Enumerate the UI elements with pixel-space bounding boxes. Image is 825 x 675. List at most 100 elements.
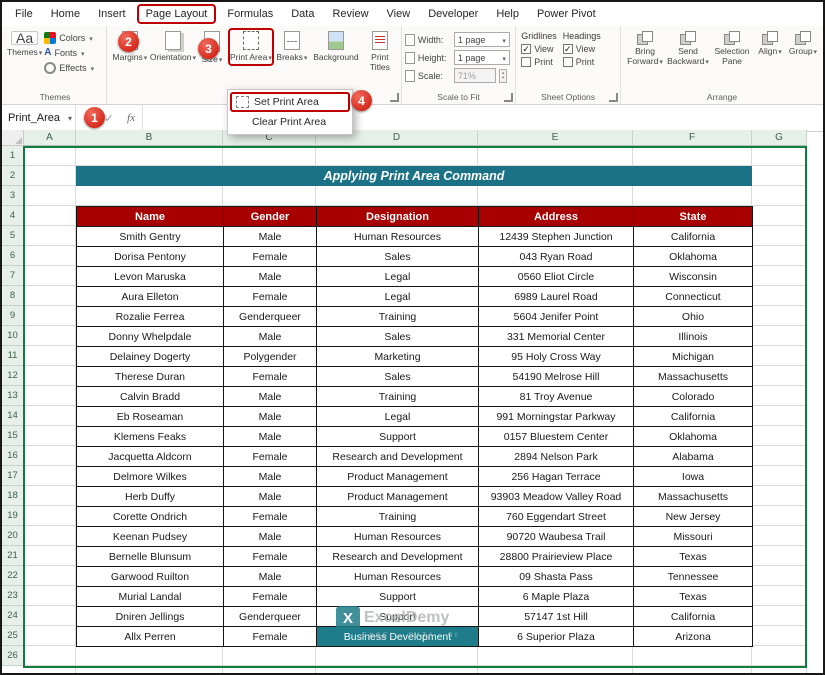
tab-help[interactable]: Help <box>487 4 528 24</box>
table-cell[interactable]: Training <box>317 387 479 407</box>
name-box[interactable]: Print_Area▾ <box>2 105 76 131</box>
background-button[interactable]: Background <box>310 28 362 62</box>
table-cell[interactable]: Product Management <box>317 467 479 487</box>
themes-button[interactable]: Aa Themes <box>7 28 42 59</box>
table-cell[interactable]: Allx Perren <box>77 627 224 647</box>
table-cell[interactable]: Male <box>224 327 317 347</box>
table-cell[interactable]: 6989 Laurel Road <box>479 287 634 307</box>
table-cell[interactable]: Arizona <box>634 627 753 647</box>
tab-developer[interactable]: Developer <box>419 4 487 24</box>
column-header-e[interactable]: E <box>478 130 633 146</box>
row-header-26[interactable]: 26 <box>2 646 24 666</box>
row-header-3[interactable]: 3 <box>2 186 24 206</box>
table-cell[interactable]: Ohio <box>634 307 753 327</box>
colors-button[interactable]: Colors <box>44 32 94 44</box>
table-cell[interactable]: Connecticut <box>634 287 753 307</box>
table-cell[interactable]: Massachusetts <box>634 367 753 387</box>
row-header-14[interactable]: 14 <box>2 406 24 426</box>
table-cell[interactable]: Genderqueer <box>224 607 317 627</box>
table-cell[interactable]: Massachusetts <box>634 487 753 507</box>
table-cell[interactable]: Michigan <box>634 347 753 367</box>
width-select[interactable]: 1 page <box>454 32 510 47</box>
table-cell[interactable]: 5604 Jenifer Point <box>479 307 634 327</box>
row-header-21[interactable]: 21 <box>2 546 24 566</box>
bring-forward-button[interactable]: Bring Forward <box>624 28 666 68</box>
table-cell[interactable]: 0157 Bluestem Center <box>479 427 634 447</box>
table-cell[interactable]: 991 Morningstar Parkway <box>479 407 634 427</box>
height-select[interactable]: 1 page <box>454 50 510 65</box>
table-header-cell[interactable]: State <box>634 207 753 227</box>
table-cell[interactable]: Murial Landal <box>77 587 224 607</box>
table-cell[interactable]: Human Resources <box>317 567 479 587</box>
table-cell[interactable]: 81 Troy Avenue <box>479 387 634 407</box>
table-cell[interactable]: Male <box>224 227 317 247</box>
table-cell[interactable]: Human Resources <box>317 227 479 247</box>
table-cell[interactable]: 256 Hagan Terrace <box>479 467 634 487</box>
table-cell[interactable]: Dorisa Pentony <box>77 247 224 267</box>
row-header-15[interactable]: 15 <box>2 426 24 446</box>
row-header-19[interactable]: 19 <box>2 506 24 526</box>
table-cell[interactable]: California <box>634 407 753 427</box>
table-cell[interactable]: 2894 Nelson Park <box>479 447 634 467</box>
scale-stepper[interactable]: ▴▾ <box>499 69 508 83</box>
table-cell[interactable]: California <box>634 227 753 247</box>
table-cell[interactable]: Bernelle Blunsum <box>77 547 224 567</box>
table-cell[interactable]: 043 Ryan Road <box>479 247 634 267</box>
tab-power-pivot[interactable]: Power Pivot <box>528 4 605 24</box>
selection-pane-button[interactable]: Selection Pane <box>710 28 754 66</box>
table-cell[interactable]: Male <box>224 567 317 587</box>
table-cell[interactable]: Calvin Bradd <box>77 387 224 407</box>
table-cell[interactable]: Female <box>224 547 317 567</box>
row-header-17[interactable]: 17 <box>2 466 24 486</box>
table-cell[interactable]: California <box>634 607 753 627</box>
table-cell[interactable]: Levon Maruska <box>77 267 224 287</box>
table-cell[interactable]: Female <box>224 507 317 527</box>
table-cell[interactable]: 54190 Melrose Hill <box>479 367 634 387</box>
table-cell[interactable]: Oklahoma <box>634 427 753 447</box>
table-cell[interactable]: Female <box>224 287 317 307</box>
table-cell[interactable]: Research and Development <box>317 447 479 467</box>
print-titles-button[interactable]: Print Titles <box>362 28 398 72</box>
orientation-button[interactable]: Orientation <box>150 28 196 64</box>
row-header-18[interactable]: 18 <box>2 486 24 506</box>
page-setup-dialog-launcher-icon[interactable] <box>390 93 399 102</box>
table-cell[interactable]: Dniren Jellings <box>77 607 224 627</box>
column-header-b[interactable]: B <box>76 130 223 146</box>
column-header-g[interactable]: G <box>752 130 807 146</box>
table-cell[interactable]: Texas <box>634 547 753 567</box>
table-cell[interactable]: Oklahoma <box>634 247 753 267</box>
table-cell[interactable]: Alabama <box>634 447 753 467</box>
breaks-button[interactable]: Breaks <box>274 28 310 64</box>
table-cell[interactable]: Sales <box>317 247 479 267</box>
row-header-23[interactable]: 23 <box>2 586 24 606</box>
tab-view[interactable]: View <box>378 4 420 24</box>
table-cell[interactable]: Illinois <box>634 327 753 347</box>
headings-view-checkbox[interactable]: ✓ <box>563 44 573 54</box>
table-cell[interactable]: Smith Gentry <box>77 227 224 247</box>
table-cell[interactable]: 6 Superior Plaza <box>479 627 634 647</box>
table-cell[interactable]: Therese Duran <box>77 367 224 387</box>
table-cell[interactable]: Legal <box>317 287 479 307</box>
tab-data[interactable]: Data <box>282 4 323 24</box>
table-cell[interactable]: New Jersey <box>634 507 753 527</box>
row-header-13[interactable]: 13 <box>2 386 24 406</box>
table-cell[interactable]: Human Resources <box>317 527 479 547</box>
row-header-1[interactable]: 1 <box>2 146 24 166</box>
select-all-corner[interactable] <box>2 130 24 146</box>
row-header-10[interactable]: 10 <box>2 326 24 346</box>
table-cell[interactable]: Legal <box>317 407 479 427</box>
table-cell[interactable]: Female <box>224 367 317 387</box>
table-cell[interactable]: 331 Memorial Center <box>479 327 634 347</box>
table-cell[interactable]: Delainey Dogerty <box>77 347 224 367</box>
table-cell[interactable]: Tennessee <box>634 567 753 587</box>
row-header-6[interactable]: 6 <box>2 246 24 266</box>
table-cell[interactable]: Male <box>224 407 317 427</box>
table-cell[interactable]: Support <box>317 607 479 627</box>
table-cell[interactable]: Rozalie Ferrea <box>77 307 224 327</box>
table-cell[interactable]: Keenan Pudsey <box>77 527 224 547</box>
table-cell[interactable]: Marketing <box>317 347 479 367</box>
table-cell[interactable]: Male <box>224 427 317 447</box>
align-button[interactable]: Align <box>754 28 786 58</box>
row-header-5[interactable]: 5 <box>2 226 24 246</box>
table-cell[interactable]: 09 Shasta Pass <box>479 567 634 587</box>
